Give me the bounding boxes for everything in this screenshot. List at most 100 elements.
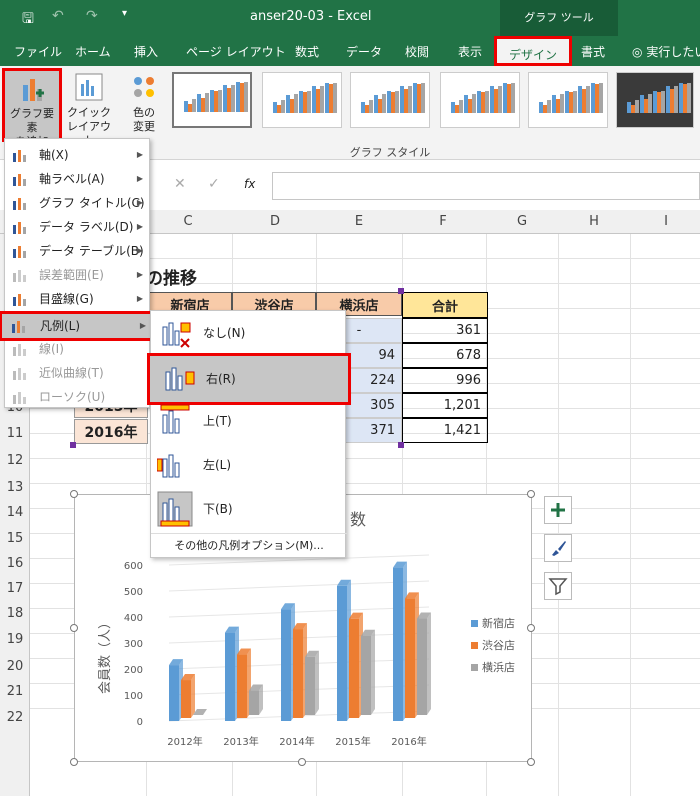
tab-page-layout[interactable]: ページ レイアウト <box>186 43 286 60</box>
row-header[interactable]: 20 <box>0 659 30 674</box>
menu-item[interactable]: グラフ タイトル(C) ▶ <box>5 191 151 215</box>
chart-bar[interactable] <box>417 612 431 715</box>
row-header[interactable]: 16 <box>0 556 30 571</box>
tab-formulas[interactable]: 数式 <box>295 43 319 60</box>
chart-styles-brush-button[interactable] <box>544 534 572 562</box>
chart-bar[interactable] <box>225 626 239 721</box>
tab-data[interactable]: データ <box>346 43 382 60</box>
legend-option-left[interactable]: 左(L) <box>151 443 347 487</box>
chart-style-thumbnail[interactable] <box>350 72 430 128</box>
chart-bar[interactable] <box>181 674 195 718</box>
tab-format[interactable]: 書式 <box>581 43 605 60</box>
save-icon[interactable]: 🖫 <box>22 8 34 32</box>
legend-swatch <box>471 642 478 649</box>
quick-layout-button[interactable]: クイック レイアウト <box>64 70 114 147</box>
y-axis-title[interactable]: 会員数（人） <box>98 616 113 694</box>
legend-option-none[interactable]: なし(N) <box>151 311 347 355</box>
chart-bar[interactable] <box>305 650 319 715</box>
menu-item[interactable]: 軸ラベル(A) ▶ <box>5 167 151 191</box>
resize-handle[interactable] <box>298 758 306 766</box>
menu-item[interactable]: 目盛線(G) ▶ <box>5 287 151 311</box>
row-header[interactable]: 14 <box>0 505 30 520</box>
tab-view[interactable]: 表示 <box>458 43 482 60</box>
legend-option-right[interactable]: 右(R) <box>147 353 351 405</box>
cancel-icon[interactable]: ✕ <box>174 176 186 192</box>
tab-design[interactable]: デザイン <box>494 36 573 66</box>
total-cell: 1,421 <box>402 418 488 443</box>
function-icon[interactable]: fx <box>244 177 255 191</box>
row-header[interactable]: 17 <box>0 581 30 596</box>
row-header[interactable]: 15 <box>0 531 30 546</box>
customize-qat-icon[interactable]: ▾ <box>122 8 127 19</box>
column-header[interactable]: C <box>168 214 208 229</box>
chart-bar[interactable] <box>393 561 407 721</box>
legend-swatch <box>471 664 478 671</box>
submenu-arrow-icon: ▶ <box>136 246 143 255</box>
resize-handle[interactable] <box>70 624 78 632</box>
resize-handle[interactable] <box>527 758 535 766</box>
chart-style-thumbnail[interactable] <box>528 72 608 128</box>
chart-style-thumbnail[interactable] <box>172 72 252 128</box>
menu-item: 線(I) <box>5 337 151 361</box>
row-header[interactable]: 12 <box>0 453 30 468</box>
undo-icon[interactable]: ↶ <box>52 8 64 24</box>
menu-item-label: 目盛線(G) <box>39 292 94 306</box>
x-tick-label: 2013年 <box>223 735 258 748</box>
add-chart-element-button[interactable]: グラフ要素 を追加 <box>2 68 62 148</box>
legend-option-top[interactable]: 上(T) <box>151 399 347 443</box>
chart-bar[interactable] <box>281 603 295 721</box>
row-header[interactable]: 11 <box>0 426 30 441</box>
legend-entry[interactable]: 横浜店 <box>482 660 515 674</box>
plus-icon <box>551 503 565 517</box>
chart-style-thumbnail[interactable] <box>440 72 520 128</box>
legend-option-bottom[interactable]: 下(B) <box>151 487 347 531</box>
row-header[interactable]: 18 <box>0 606 30 621</box>
chart-style-thumbnail[interactable] <box>616 72 694 128</box>
column-header[interactable]: E <box>339 214 379 229</box>
chart-elements-plus-button[interactable] <box>544 496 572 524</box>
change-colors-button[interactable]: 色の 変更 <box>122 70 166 142</box>
chart-bar[interactable] <box>337 579 351 721</box>
chart-bar[interactable] <box>293 623 307 718</box>
row-header[interactable]: 21 <box>0 684 30 699</box>
chart-title[interactable]: 数 <box>350 510 366 529</box>
legend-entry[interactable]: 新宿店 <box>482 616 515 630</box>
legend-entry[interactable]: 渋谷店 <box>482 638 515 652</box>
row-header[interactable]: 22 <box>0 710 30 725</box>
menu-item[interactable]: 軸(X) ▶ <box>5 143 151 167</box>
chart-bar[interactable] <box>249 684 263 715</box>
menu-item-label: データ テーブル(B) <box>39 244 144 258</box>
chart-bar[interactable] <box>349 612 363 718</box>
y-tick-label: 100 <box>124 691 143 702</box>
column-header[interactable]: F <box>423 214 463 229</box>
column-header[interactable]: D <box>255 214 295 229</box>
column-header[interactable]: H <box>574 214 614 229</box>
column-header[interactable]: I <box>646 214 686 229</box>
tab-insert[interactable]: 挿入 <box>134 43 158 60</box>
redo-icon[interactable]: ↷ <box>86 8 98 24</box>
x-tick-label: 2012年 <box>167 735 202 748</box>
column-header[interactable]: G <box>502 214 542 229</box>
resize-handle[interactable] <box>527 624 535 632</box>
tab-home[interactable]: ホーム <box>75 43 111 60</box>
chart-bar[interactable] <box>169 659 183 721</box>
tab-file[interactable]: ファイル <box>14 43 62 60</box>
resize-handle[interactable] <box>70 758 78 766</box>
tell-me-search[interactable]: ◎ 実行したい <box>632 43 700 60</box>
menu-item[interactable]: データ ラベル(D) ▶ <box>5 215 151 239</box>
row-header[interactable]: 19 <box>0 632 30 647</box>
row-header[interactable]: 13 <box>0 480 30 495</box>
chart-bar[interactable] <box>193 709 207 715</box>
chart-filter-button[interactable] <box>544 572 572 600</box>
formula-input[interactable] <box>272 172 700 200</box>
more-legend-options-button[interactable]: その他の凡例オプション(M)... <box>151 535 347 557</box>
chart-bar[interactable] <box>361 629 375 715</box>
enter-icon[interactable]: ✓ <box>208 176 220 192</box>
chart-style-thumbnail[interactable] <box>262 72 342 128</box>
chart-bar[interactable] <box>237 648 251 718</box>
menu-item[interactable]: データ テーブル(B) ▶ <box>5 239 151 263</box>
resize-handle[interactable] <box>527 490 535 498</box>
resize-handle[interactable] <box>70 490 78 498</box>
chart-bar[interactable] <box>405 592 419 718</box>
tab-review[interactable]: 校閲 <box>405 43 429 60</box>
